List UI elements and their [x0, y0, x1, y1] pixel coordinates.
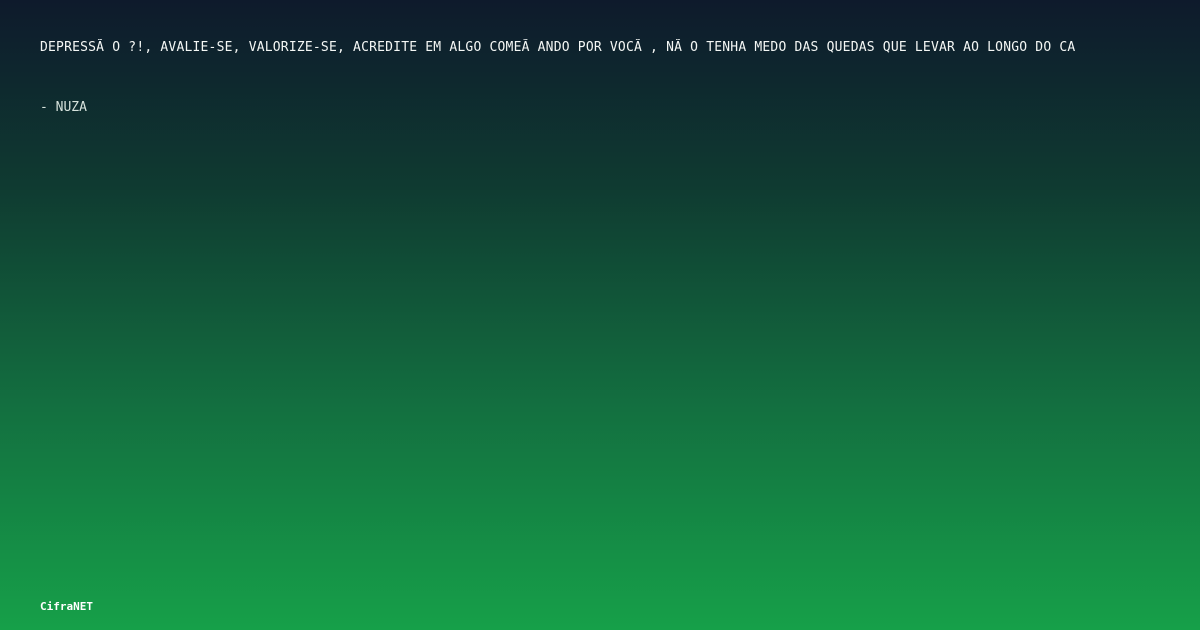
quote-author: - NUZA — [40, 100, 87, 115]
quote-text: DEPRESSÃ O ?!, AVALIE-SE, VALORIZE-SE, A… — [40, 40, 1076, 55]
brand-logo-text: CifraNET — [40, 600, 93, 613]
